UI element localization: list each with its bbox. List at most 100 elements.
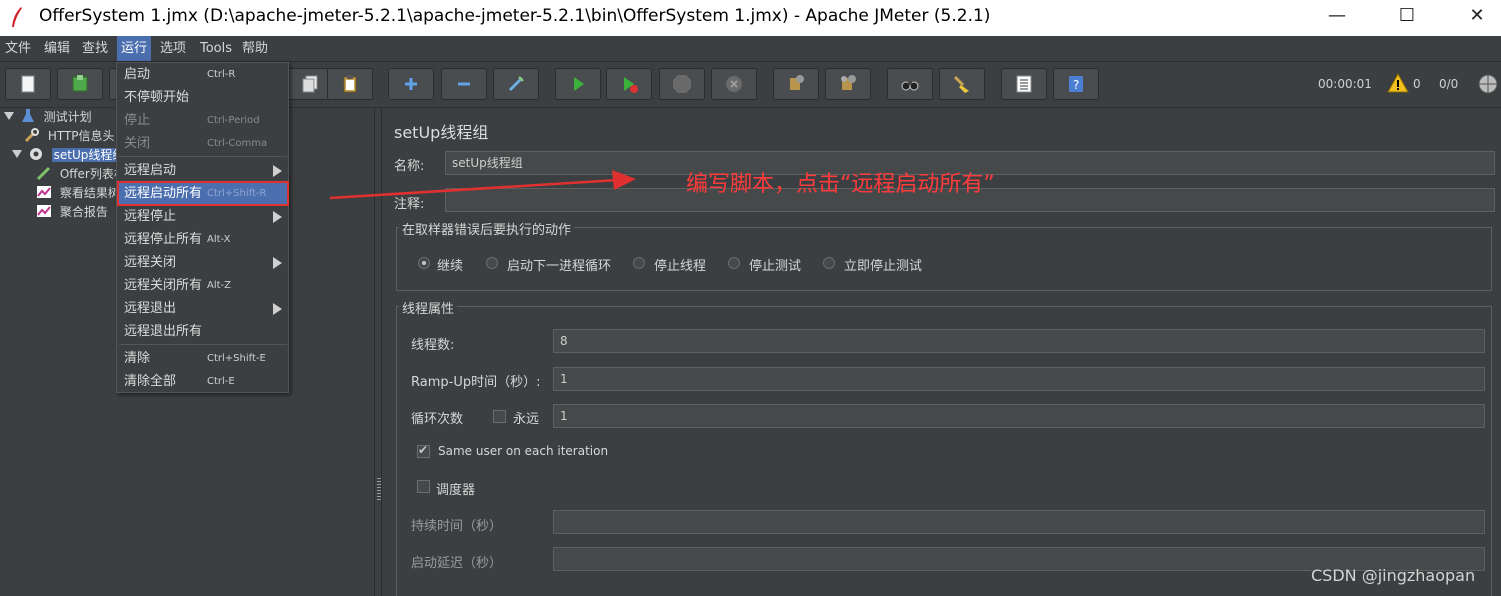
run-menu-dropdown: 启动 Ctrl-R 不停顿开始 停止 Ctrl-Period 关闭 Ctrl-Comm…: [116, 62, 289, 393]
play-no-timer-icon: [624, 77, 638, 93]
menu-item-remote-shutdown[interactable]: 远程关闭: [118, 251, 288, 274]
submenu-arrow-icon: [273, 303, 282, 315]
close-button[interactable]: ✕: [1453, 0, 1501, 32]
menu-item-shutdown[interactable]: 关闭 Ctrl-Comma: [118, 132, 288, 155]
flask-icon: [21, 109, 34, 122]
menu-item-remote-exit-all[interactable]: 远程退出所有: [118, 320, 288, 343]
radio-stop-thread[interactable]: [633, 257, 645, 269]
duration-field[interactable]: [553, 510, 1485, 534]
start-no-pause-button[interactable]: [606, 68, 652, 100]
loop-count-label: 循环次数: [411, 412, 464, 427]
expand-arrow-icon[interactable]: [4, 112, 14, 120]
templates-icon: [72, 75, 88, 92]
minus-icon: [458, 82, 470, 86]
menu-search[interactable]: 查找: [78, 36, 112, 61]
toggle-button[interactable]: [493, 68, 539, 100]
radio-stop-test[interactable]: [728, 257, 740, 269]
stop-button[interactable]: [659, 68, 705, 100]
radio-continue[interactable]: [418, 257, 430, 269]
tree-node-setup-thread-group[interactable]: setUp线程组: [12, 146, 127, 164]
menu-file[interactable]: 文件: [1, 36, 35, 61]
name-label: 名称:: [394, 159, 425, 174]
templates-button[interactable]: [57, 68, 103, 100]
scheduler-label: 调度器: [436, 483, 476, 498]
radio-start-next-loop-label: 启动下一进程循环: [507, 259, 612, 274]
menu-item-start-no-pause[interactable]: 不停顿开始: [118, 86, 288, 109]
warning-icon[interactable]: [1387, 73, 1409, 93]
thread-properties-title: 线程属性: [399, 298, 458, 317]
radio-stop-test-now-label: 立即停止测试: [844, 259, 923, 274]
maximize-button[interactable]: ☐: [1383, 0, 1431, 32]
menu-item-remote-stop-all[interactable]: 远程停止所有 Alt-X: [118, 228, 288, 251]
menu-tools[interactable]: Tools: [196, 36, 236, 61]
menu-run[interactable]: 运行: [117, 36, 152, 61]
new-file-icon: [21, 75, 35, 93]
function-helper-button[interactable]: [1001, 68, 1047, 100]
pencil-icon: [36, 166, 51, 181]
radio-start-next-loop[interactable]: [486, 257, 498, 269]
menu-item-remote-start[interactable]: 远程启动: [118, 159, 288, 182]
duration-label: 持续时间（秒）: [411, 519, 503, 534]
menu-item-remote-start-all[interactable]: 远程启动所有 Ctrl+Shift-R: [117, 181, 289, 206]
minimize-button[interactable]: —: [1313, 0, 1361, 32]
stop-icon: [673, 75, 691, 93]
annotation-text: 编写脚本，点击“远程启动所有”: [686, 172, 995, 197]
radio-stop-test-now[interactable]: [823, 257, 835, 269]
forever-checkbox[interactable]: [493, 410, 506, 423]
plus-icon: [405, 78, 417, 90]
menu-item-remote-exit[interactable]: 远程退出: [118, 297, 288, 320]
tree-node-test-plan[interactable]: 测试计划: [4, 108, 92, 126]
menu-separator: [119, 156, 287, 157]
clear-button[interactable]: [773, 68, 819, 100]
jmeter-feather-icon: [12, 7, 22, 27]
threads-field[interactable]: 8: [553, 329, 1485, 353]
help-icon: ?: [1069, 76, 1083, 92]
expand-all-button[interactable]: [388, 68, 434, 100]
panel-title: setUp线程组: [394, 123, 489, 142]
loop-count-field[interactable]: 1: [553, 404, 1485, 428]
remote-globe-icon[interactable]: [1477, 73, 1499, 95]
menu-item-start[interactable]: 启动 Ctrl-R: [118, 63, 288, 86]
panel-splitter[interactable]: [374, 108, 382, 596]
tree-node-aggregate-report[interactable]: 聚合报告: [36, 203, 108, 221]
new-button[interactable]: [5, 68, 51, 100]
menu-edit[interactable]: 编辑: [40, 36, 74, 61]
tree-node-offer-list[interactable]: Offer列表根: [36, 165, 126, 183]
menu-item-clear-all[interactable]: 清除全部 Ctrl-E: [118, 370, 288, 393]
menu-item-stop[interactable]: 停止 Ctrl-Period: [118, 109, 288, 132]
menu-options[interactable]: 选项: [156, 36, 190, 61]
active-threads: 0/0: [1439, 77, 1459, 91]
splitter-grip[interactable]: [377, 478, 381, 500]
gear-icon: [29, 148, 42, 160]
paste-button[interactable]: [327, 68, 373, 100]
binoculars-icon: [901, 81, 919, 91]
menu-item-remote-shutdown-all[interactable]: 远程关闭所有 Alt-Z: [118, 274, 288, 297]
forever-label: 永远: [513, 412, 540, 427]
clear-all-button[interactable]: [825, 68, 871, 100]
scheduler-checkbox[interactable]: [417, 480, 430, 493]
tree-node-http-header[interactable]: HTTP信息头: [24, 127, 115, 145]
start-button[interactable]: [555, 68, 601, 100]
search-button[interactable]: [887, 68, 933, 100]
shutdown-icon: [726, 76, 742, 92]
expand-arrow-icon[interactable]: [12, 150, 22, 158]
paste-icon: [343, 75, 357, 93]
menu-item-clear[interactable]: 清除 Ctrl+Shift-E: [118, 347, 288, 370]
menu-separator: [119, 344, 287, 345]
same-user-checkbox[interactable]: [417, 443, 430, 458]
tree-node-results-tree[interactable]: 察看结果树: [36, 184, 120, 202]
reset-search-button[interactable]: [939, 68, 985, 100]
wrench-icon: [24, 128, 39, 143]
svg-text:?: ?: [1073, 78, 1079, 92]
shutdown-button[interactable]: [711, 68, 757, 100]
rampup-field[interactable]: 1: [553, 367, 1485, 391]
menu-help[interactable]: 帮助: [238, 36, 272, 61]
chart-icon: [37, 186, 51, 198]
broom-gears-icon: [841, 75, 856, 90]
collapse-all-button[interactable]: [441, 68, 487, 100]
help-button[interactable]: ?: [1053, 68, 1099, 100]
menu-item-remote-stop[interactable]: 远程停止: [118, 205, 288, 228]
window-titlebar: OfferSystem 1.jmx (D:\apache-jmeter-5.2.…: [0, 0, 1501, 36]
radio-continue-label: 继续: [437, 259, 464, 274]
copy-icon: [302, 75, 318, 93]
